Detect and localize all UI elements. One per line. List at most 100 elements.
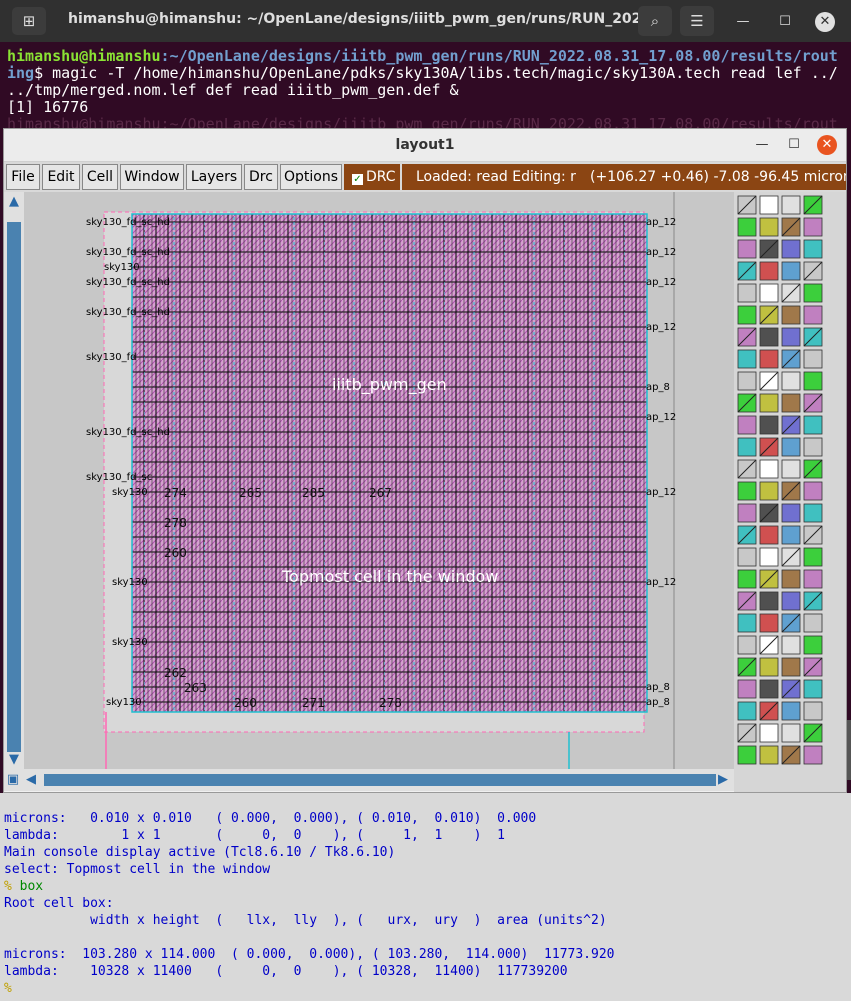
menu-layers[interactable]: Layers	[186, 164, 242, 190]
layer-swatch[interactable]	[781, 635, 801, 655]
layer-swatch[interactable]	[803, 481, 823, 501]
layer-swatch[interactable]	[737, 503, 757, 523]
layer-swatch[interactable]	[803, 349, 823, 369]
layer-swatch[interactable]	[781, 525, 801, 545]
layer-swatch[interactable]	[759, 195, 779, 215]
layer-swatch[interactable]	[781, 437, 801, 457]
layer-swatch[interactable]	[759, 459, 779, 479]
scroll-right-icon[interactable]: ▶	[716, 772, 730, 787]
layer-swatch[interactable]	[803, 635, 823, 655]
maximize-button[interactable]: ☐	[775, 12, 795, 32]
layer-swatch[interactable]	[737, 415, 757, 435]
tcl-console[interactable]: microns: 0.010 x 0.010 ( 0.000, 0.000), …	[0, 793, 851, 1001]
menu-options[interactable]: Options	[280, 164, 342, 190]
menu-file[interactable]: File	[6, 164, 40, 190]
menu-cell[interactable]: Cell	[82, 164, 118, 190]
layer-swatch[interactable]	[781, 569, 801, 589]
layer-swatch[interactable]	[737, 635, 757, 655]
layer-swatch[interactable]	[759, 613, 779, 633]
layer-swatch[interactable]	[759, 327, 779, 347]
horizontal-scrollbar[interactable]: ▣ ◀ ▶	[4, 769, 734, 791]
selection-label: Topmost cell in the window	[281, 567, 498, 586]
vertical-scrollbar[interactable]: ▲ ▼	[4, 192, 24, 769]
corner-box-icon[interactable]: ▣	[6, 772, 20, 787]
layer-swatch[interactable]	[759, 217, 779, 237]
layer-swatch[interactable]	[781, 459, 801, 479]
menu-button[interactable]: ☰	[680, 6, 714, 36]
layer-swatch[interactable]	[759, 283, 779, 303]
scroll-down-icon[interactable]: ▼	[4, 752, 24, 767]
layer-swatch[interactable]	[737, 745, 757, 765]
layer-swatch[interactable]	[737, 283, 757, 303]
drc-toggle[interactable]: ✓ DRC	[344, 164, 400, 190]
layer-swatch[interactable]	[803, 239, 823, 259]
layout-canvas[interactable]: sky130_fd_sc_hd sky130_fd_sc_hd sky130 s…	[24, 192, 734, 769]
layer-swatch[interactable]	[803, 503, 823, 523]
layer-swatch[interactable]	[737, 547, 757, 567]
layer-swatch[interactable]	[737, 349, 757, 369]
layer-swatch[interactable]	[759, 723, 779, 743]
layer-swatch[interactable]	[803, 371, 823, 391]
layer-swatch[interactable]	[759, 393, 779, 413]
layer-swatch[interactable]	[781, 393, 801, 413]
new-tab-button[interactable]: ⊞	[12, 7, 46, 35]
layer-swatch[interactable]	[803, 305, 823, 325]
layer-swatch[interactable]	[759, 415, 779, 435]
layer-swatch[interactable]	[759, 481, 779, 501]
layer-swatch[interactable]	[759, 745, 779, 765]
layer-swatch[interactable]	[781, 701, 801, 721]
vertical-scroll-thumb[interactable]	[7, 222, 21, 752]
layer-swatch[interactable]	[759, 547, 779, 567]
layer-swatch[interactable]	[737, 217, 757, 237]
layer-swatch[interactable]	[737, 437, 757, 457]
layer-swatch[interactable]	[781, 591, 801, 611]
horizontal-scroll-thumb[interactable]	[44, 774, 716, 786]
layer-swatch[interactable]	[781, 371, 801, 391]
layer-swatch[interactable]	[781, 305, 801, 325]
magic-minimize-button[interactable]: —	[752, 135, 772, 155]
terminal-output[interactable]: himanshu@himanshu:~/OpenLane/designs/iii…	[0, 42, 851, 128]
menu-window[interactable]: Window	[120, 164, 184, 190]
layer-swatch[interactable]	[803, 437, 823, 457]
layer-swatch[interactable]	[759, 657, 779, 677]
magic-maximize-button[interactable]: ☐	[784, 135, 804, 155]
menu-edit[interactable]: Edit	[42, 164, 80, 190]
layer-swatch[interactable]	[781, 327, 801, 347]
layer-palette[interactable]	[734, 192, 846, 792]
layer-swatch[interactable]	[781, 657, 801, 677]
layer-swatch[interactable]	[781, 195, 801, 215]
layer-swatch[interactable]	[737, 569, 757, 589]
layer-swatch[interactable]	[803, 283, 823, 303]
scroll-up-icon[interactable]: ▲	[4, 194, 24, 209]
layer-swatch[interactable]	[803, 613, 823, 633]
layer-swatch[interactable]	[737, 679, 757, 699]
layer-swatch[interactable]	[737, 305, 757, 325]
layer-swatch[interactable]	[803, 569, 823, 589]
layer-swatch[interactable]	[737, 701, 757, 721]
layer-swatch[interactable]	[759, 261, 779, 281]
magic-close-button[interactable]: ✕	[817, 135, 837, 155]
scroll-left-icon[interactable]: ◀	[24, 772, 38, 787]
menu-drc[interactable]: Drc	[244, 164, 278, 190]
search-button[interactable]: ⌕	[638, 6, 672, 36]
layer-swatch[interactable]	[781, 723, 801, 743]
layer-swatch[interactable]	[803, 745, 823, 765]
layer-swatch[interactable]	[759, 679, 779, 699]
layer-swatch[interactable]	[803, 217, 823, 237]
layer-swatch[interactable]	[737, 613, 757, 633]
layer-swatch[interactable]	[737, 481, 757, 501]
layer-swatch[interactable]	[781, 239, 801, 259]
close-button[interactable]: ✕	[815, 12, 835, 32]
layer-swatch[interactable]	[737, 239, 757, 259]
layer-swatch[interactable]	[803, 547, 823, 567]
layer-swatch[interactable]	[759, 525, 779, 545]
layer-swatch[interactable]	[803, 415, 823, 435]
layer-swatch[interactable]	[737, 371, 757, 391]
layer-swatch[interactable]	[781, 261, 801, 281]
layer-swatch[interactable]	[803, 679, 823, 699]
layer-swatch[interactable]	[781, 503, 801, 523]
layer-swatch[interactable]	[803, 701, 823, 721]
minimize-button[interactable]: —	[733, 12, 753, 32]
layer-swatch[interactable]	[759, 591, 779, 611]
layer-swatch[interactable]	[759, 349, 779, 369]
